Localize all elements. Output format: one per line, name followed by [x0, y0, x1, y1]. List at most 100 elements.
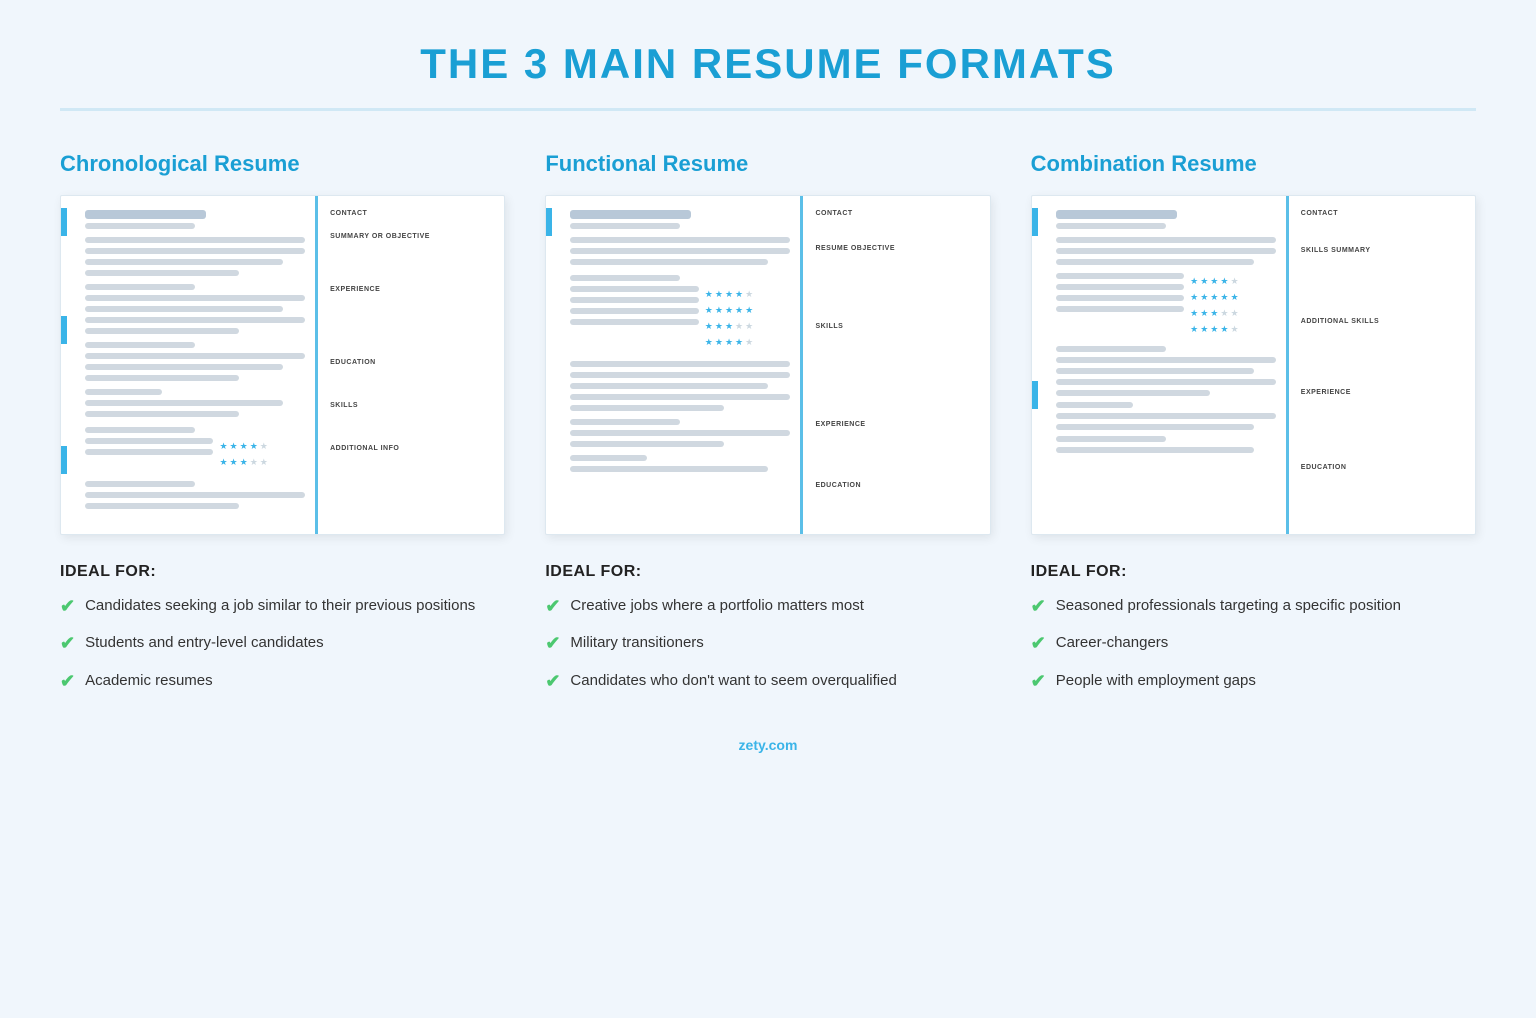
star-filled: ★ [1220, 292, 1228, 303]
resume-content-combination: ★ ★ ★ ★ ★ ★ ★ ★ [1046, 210, 1276, 453]
ideal-for-title-chrono: IDEAL FOR: [60, 563, 505, 581]
ideal-item: ✔ Seasoned professionals targeting a spe… [1031, 595, 1476, 618]
star-filled: ★ [725, 337, 733, 348]
star-filled: ★ [1220, 324, 1228, 335]
ideal-text: Candidates who don't want to seem overqu… [570, 670, 896, 692]
section-skills: SKILLS [815, 323, 977, 332]
section-label: RESUME OBJECTIVE [815, 245, 977, 252]
section-label: EDUCATION [1301, 464, 1463, 471]
line [570, 441, 724, 447]
line [570, 223, 680, 229]
line [1056, 273, 1184, 279]
star-filled: ★ [1190, 308, 1198, 319]
ideal-for-title-functional: IDEAL FOR: [545, 563, 990, 581]
star-filled: ★ [1190, 292, 1198, 303]
col-left [1056, 273, 1184, 340]
line [1056, 436, 1166, 442]
blue-accent-bar-3 [61, 446, 67, 474]
line [85, 342, 195, 348]
column-chronological: Chronological Resume [60, 151, 505, 707]
col-left [570, 286, 698, 353]
line [570, 361, 790, 367]
line [570, 275, 680, 281]
star-filled: ★ [1210, 308, 1218, 319]
chronological-resume-mockup: ★ ★ ★ ★ ★ ★ ★ ★ [60, 195, 505, 535]
line [570, 455, 647, 461]
line [1056, 368, 1254, 374]
line [570, 248, 790, 254]
ideal-text: People with employment gaps [1056, 670, 1256, 692]
stars: ★ ★ ★ ★ ★ [1190, 276, 1276, 287]
star-filled: ★ [715, 321, 723, 332]
line [1056, 248, 1276, 254]
section-contact: CONTACT [330, 210, 492, 219]
line [1056, 390, 1210, 396]
star-filled: ★ [725, 305, 733, 316]
resume-left-functional: ★ ★ ★ ★ ★ ★ ★ ★ [546, 196, 803, 534]
star-filled: ★ [219, 441, 227, 452]
section-education: EDUCATION [1301, 464, 1463, 473]
section-label: CONTACT [1301, 210, 1463, 217]
line [85, 411, 239, 417]
line [1056, 346, 1166, 352]
line [85, 284, 195, 290]
line [85, 295, 305, 301]
ideal-item: ✔ People with employment gaps [1031, 670, 1476, 693]
combination-title: Combination Resume [1031, 151, 1476, 177]
line [570, 419, 680, 425]
resume-right-functional: CONTACT RESUME OBJECTIVE SKILLS EXPERIEN… [803, 196, 989, 534]
stars: ★ ★ ★ ★ ★ [705, 305, 791, 316]
blue-accent-bar-2 [1032, 381, 1038, 409]
section-label: ADDITIONAL INFO [330, 445, 492, 452]
star-filled: ★ [705, 289, 713, 300]
stars: ★ ★ ★ ★ ★ [705, 321, 791, 332]
star-filled: ★ [1210, 292, 1218, 303]
line [1056, 357, 1276, 363]
page-wrapper: THE 3 MAIN RESUME FORMATS Chronological … [0, 0, 1536, 795]
line [570, 297, 698, 303]
line [85, 364, 283, 370]
ideal-item: ✔ Academic resumes [60, 670, 505, 693]
star-filled: ★ [705, 321, 713, 332]
star-empty: ★ [1230, 276, 1238, 287]
ideal-text: Academic resumes [85, 670, 213, 692]
line [85, 328, 239, 334]
line [85, 438, 213, 444]
line [85, 449, 213, 455]
star-filled: ★ [715, 305, 723, 316]
ideal-for-functional: IDEAL FOR: ✔ Creative jobs where a portf… [545, 563, 990, 693]
stars: ★ ★ ★ ★ ★ [1190, 292, 1276, 303]
section-experience: EXPERIENCE [330, 286, 492, 295]
section-label: SKILLS [815, 323, 977, 330]
col-left [85, 438, 213, 473]
line [85, 259, 283, 265]
section-label: SKILLS SUMMARY [1301, 247, 1463, 254]
star-empty: ★ [250, 457, 258, 468]
section-label: CONTACT [330, 210, 492, 217]
ideal-item: ✔ Students and entry-level candidates [60, 632, 505, 655]
ideal-text: Students and entry-level candidates [85, 632, 323, 654]
star-empty: ★ [745, 289, 753, 300]
footer: zety.com [60, 737, 1476, 755]
line [570, 308, 698, 314]
footer-brand-name: zety [739, 737, 765, 753]
col-right: ★ ★ ★ ★ ★ ★ ★ ★ [1190, 273, 1276, 340]
section-summary: SUMMARY OR OBJECTIVE [330, 233, 492, 242]
line [1056, 306, 1184, 312]
star-empty: ★ [260, 441, 268, 452]
star-empty: ★ [1220, 308, 1228, 319]
star-filled: ★ [1190, 324, 1198, 335]
line [85, 389, 162, 395]
resume-content-functional: ★ ★ ★ ★ ★ ★ ★ ★ [560, 210, 790, 472]
line [85, 270, 239, 276]
star-filled: ★ [1200, 292, 1208, 303]
line [570, 319, 698, 325]
section-additional: ADDITIONAL INFO [330, 445, 492, 454]
star-filled: ★ [1220, 276, 1228, 287]
page-title: THE 3 MAIN RESUME FORMATS [60, 40, 1476, 98]
star-filled: ★ [725, 289, 733, 300]
section-contact: CONTACT [815, 210, 977, 219]
line [570, 383, 768, 389]
check-icon: ✔ [60, 632, 75, 655]
functional-resume-mockup: ★ ★ ★ ★ ★ ★ ★ ★ [545, 195, 990, 535]
